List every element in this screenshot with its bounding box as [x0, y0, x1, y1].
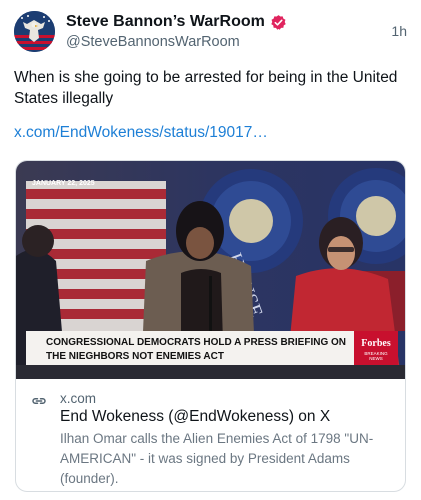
link-icon: [32, 398, 46, 404]
press-briefing-photo: HOUSE JANUARY 22, 2025 CONGRESSIONAL DEM…: [16, 161, 405, 379]
tweet-link[interactable]: x.com/EndWokeness/status/19017…: [14, 124, 268, 142]
tweet-header: Steve Bannon’s WarRoom @SteveBannonsWarR…: [14, 11, 407, 55]
avatar[interactable]: [14, 11, 55, 52]
brand-name: Forbes: [361, 338, 391, 349]
link-card[interactable]: HOUSE JANUARY 22, 2025 CONGRESSIONAL DEM…: [15, 160, 406, 492]
brand-sub2: NEWS: [369, 356, 383, 361]
tweet-text: When is she going to be arrested for bei…: [14, 69, 398, 107]
media-image[interactable]: HOUSE JANUARY 22, 2025 CONGRESSIONAL DEM…: [16, 161, 405, 379]
card-title[interactable]: End Wokeness (@EndWokeness) on X: [60, 408, 330, 426]
link-preview[interactable]: x.com End Wokeness (@EndWokeness) on X I…: [16, 379, 405, 491]
card-description: Ilhan Omar calls the Alien Enemies Act o…: [60, 431, 374, 486]
author-names: Steve Bannon’s WarRoom @SteveBannonsWarR…: [66, 12, 287, 50]
timestamp[interactable]: 1h: [391, 23, 407, 39]
handle[interactable]: @SteveBannonsWarRoom: [66, 34, 287, 50]
lower-third-line2: THE NIEGHBORS NOT ENEMIES ACT: [46, 351, 224, 362]
lower-third-line1: CONGRESSIONAL DEMOCRATS HOLD A PRESS BRI…: [46, 337, 346, 348]
display-name[interactable]: Steve Bannon’s WarRoom: [66, 13, 265, 31]
verified-badge-icon: [271, 14, 286, 30]
card-domain: x.com: [60, 391, 97, 406]
avatar-eagle-icon: [14, 11, 55, 52]
date-label: JANUARY 22, 2025: [32, 180, 95, 187]
